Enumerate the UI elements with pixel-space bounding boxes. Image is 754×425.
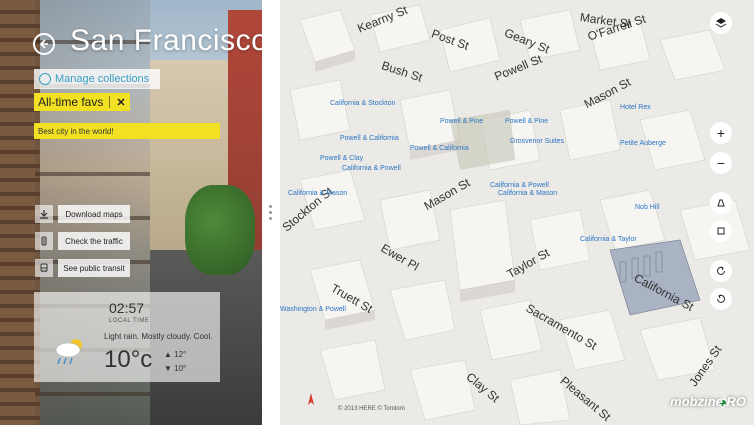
poi-label[interactable]: Petite Auberge (620, 140, 666, 148)
public-transit-button[interactable]: See public transit (58, 259, 130, 277)
poi-label[interactable]: Powell & Pine (505, 118, 548, 126)
tilt-flat-button[interactable] (710, 220, 732, 242)
back-button[interactable] (33, 33, 55, 55)
collection-tag-label: All-time favs (38, 95, 104, 109)
trees (185, 185, 255, 275)
map-3d-view[interactable]: Market St Kearny St Post St Geary St O'F… (280, 0, 754, 425)
compass-icon[interactable] (304, 392, 318, 406)
poi-label[interactable]: Washington & Powell (280, 306, 346, 314)
temp-high-value: 12° (174, 350, 187, 359)
zoom-in-button[interactable]: + (710, 122, 732, 144)
weather-description: Light rain. Mostly cloudy. Cool. (104, 332, 213, 341)
layers-icon (715, 18, 727, 28)
poi-label[interactable]: Powell & Clay (320, 155, 363, 163)
collection-note[interactable]: Best city in the world! (34, 123, 220, 139)
tag-separator (109, 96, 111, 108)
tilt-up-icon (717, 199, 725, 207)
manage-collections-button[interactable]: Manage collections (34, 69, 160, 89)
poi-label[interactable]: California & Mason (288, 190, 347, 198)
collection-tag[interactable]: All-time favs ✕ (34, 93, 130, 111)
manage-icon (39, 73, 51, 85)
close-icon[interactable]: ✕ (116, 96, 125, 109)
temperature: 10°c (104, 346, 153, 373)
poi-label[interactable]: California & Powell (342, 165, 401, 173)
poi-label[interactable]: Powell & Pine (440, 118, 483, 126)
local-time-label: LOCAL TIME (109, 318, 150, 324)
rotate-right-button[interactable] (710, 288, 732, 310)
poi-label[interactable]: Powell & California (340, 135, 399, 143)
weather-card: 02:57 LOCAL TIME Light rain. Mostly clou… (34, 292, 220, 382)
poi-label[interactable]: California & Mason (498, 190, 557, 198)
poi-label[interactable]: Grosvenor Suites (510, 138, 564, 146)
temp-low-value: 10° (174, 364, 187, 373)
arrow-left-icon (39, 39, 48, 49)
download-maps-button[interactable]: Download maps (58, 205, 130, 223)
watermark: mobzine.RO (670, 394, 746, 409)
rotate-right-icon (717, 294, 725, 303)
rotate-left-icon (717, 266, 725, 275)
poi-label[interactable]: Hotel Rex (620, 104, 651, 112)
temp-low: ▼ 10° (164, 364, 187, 373)
poi-label[interactable]: California & Stockton (330, 100, 395, 108)
grip-dot (269, 205, 272, 208)
resize-grip[interactable] (269, 205, 272, 220)
rain-cloud-icon (55, 339, 82, 365)
poi-label[interactable]: California & Taylor (580, 236, 637, 244)
layers-button[interactable] (710, 12, 732, 34)
poi-label[interactable]: Powell & California (410, 145, 469, 153)
download-icon (35, 205, 53, 223)
tilt-up-button[interactable] (710, 192, 732, 214)
manage-collections-label: Manage collections (55, 73, 150, 85)
rotate-left-button[interactable] (710, 260, 732, 282)
map-copyright: © 2013 HERE © Tomtom (338, 406, 405, 412)
grip-dot (269, 217, 272, 220)
poi-label[interactable]: Nob Hill (635, 204, 660, 212)
poi-label[interactable]: California & Powell (490, 182, 549, 190)
transit-icon (35, 259, 53, 277)
grip-dot (269, 211, 272, 214)
check-traffic-button[interactable]: Check the traffic (58, 232, 130, 250)
traffic-icon (35, 232, 53, 250)
page-title: San Francisco (70, 24, 269, 57)
local-time: 02:57 (109, 300, 145, 316)
temp-high: ▲ 12° (164, 350, 187, 359)
tilt-flat-icon (717, 227, 725, 235)
zoom-out-button[interactable]: − (710, 152, 732, 174)
